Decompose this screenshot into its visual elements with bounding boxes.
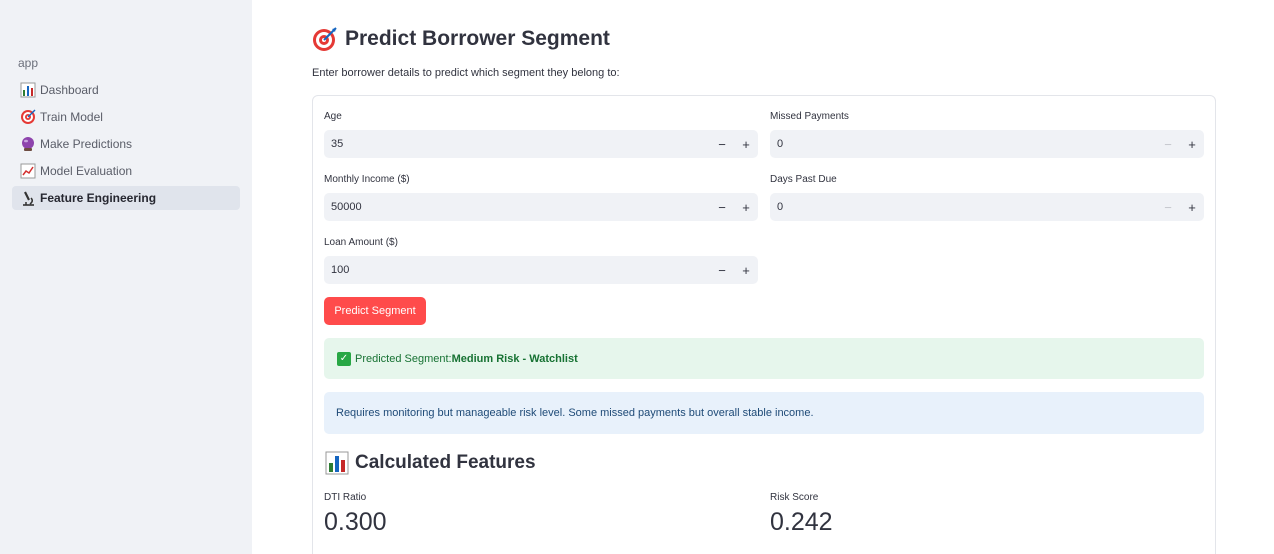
monthly-income-label: Monthly Income ($): [324, 174, 410, 185]
segment-description-alert: Requires monitoring but manageable risk …: [324, 392, 1204, 434]
risk-score-value: 0.242: [770, 508, 833, 536]
check-icon: ✓: [337, 351, 351, 366]
days-past-due-increment-button[interactable]: +: [1180, 193, 1204, 221]
page-intro: Enter borrower details to predict which …: [312, 67, 620, 79]
sidebar-item-label: Train Model: [40, 110, 103, 124]
sidebar-item-dashboard[interactable]: Dashboard: [12, 78, 240, 102]
target-icon: [312, 26, 338, 52]
loan-amount-value: 100: [331, 264, 350, 276]
days-past-due-input[interactable]: 0 − +: [770, 193, 1204, 221]
calculated-features-title: Calculated Features: [355, 452, 536, 473]
days-past-due-decrement-button[interactable]: −: [1156, 193, 1180, 221]
monthly-income-value: 50000: [331, 201, 362, 213]
monthly-income-increment-button[interactable]: +: [734, 193, 758, 221]
sidebar-app-label: app: [18, 56, 39, 70]
monthly-income-input[interactable]: 50000 − +: [324, 193, 758, 221]
main-content: Predict Borrower Segment Enter borrower …: [252, 0, 1274, 554]
sidebar-item-label: Dashboard: [40, 83, 99, 97]
days-past-due-value: 0: [777, 201, 784, 213]
age-value: 35: [331, 138, 344, 150]
monthly-income-decrement-button[interactable]: −: [710, 193, 734, 221]
predicted-segment: Medium Risk - Watchlist: [451, 352, 578, 365]
predict-segment-button[interactable]: Predict Segment: [324, 297, 426, 325]
missed-payments-increment-button[interactable]: +: [1180, 130, 1204, 158]
missed-payments-label: Missed Payments: [770, 111, 849, 122]
prediction-form: Age 35 − + Missed Payments 0 − + Monthly…: [312, 95, 1216, 554]
calculated-features-heading: Calculated Features: [325, 451, 536, 475]
sidebar-item-label: Model Evaluation: [40, 164, 133, 178]
loan-amount-input[interactable]: 100 − +: [324, 256, 758, 284]
risk-score-label: Risk Score: [770, 492, 819, 503]
age-increment-button[interactable]: +: [734, 130, 758, 158]
page-title: Predict Borrower Segment: [312, 26, 610, 52]
line-chart-icon: [20, 163, 36, 179]
sidebar-item-model-evaluation[interactable]: Model Evaluation: [12, 159, 240, 183]
missed-payments-input[interactable]: 0 − +: [770, 130, 1204, 158]
page-title-text: Predict Borrower Segment: [345, 27, 610, 50]
age-decrement-button[interactable]: −: [710, 130, 734, 158]
sidebar-item-train-model[interactable]: Train Model: [12, 105, 240, 129]
microscope-icon: [20, 190, 36, 206]
days-past-due-label: Days Past Due: [770, 174, 837, 185]
dti-ratio-value: 0.300: [324, 508, 387, 536]
sidebar: app Dashboard Train Model Make Predictio…: [0, 0, 252, 554]
sidebar-nav: Dashboard Train Model Make Predictions M…: [12, 78, 240, 213]
age-label: Age: [324, 111, 342, 122]
sidebar-item-label: Make Predictions: [40, 137, 133, 151]
missed-payments-value: 0: [777, 138, 784, 150]
loan-amount-increment-button[interactable]: +: [734, 256, 758, 284]
loan-amount-decrement-button[interactable]: −: [710, 256, 734, 284]
segment-description: Requires monitoring but manageable risk …: [336, 407, 814, 419]
target-icon: [20, 109, 36, 125]
prediction-success-alert: ✓ Predicted Segment: Medium Risk - Watch…: [324, 338, 1204, 379]
loan-amount-label: Loan Amount ($): [324, 237, 398, 248]
sidebar-item-label: Feature Engineering: [40, 191, 157, 205]
bar-chart-icon: [325, 451, 349, 475]
crystal-ball-icon: [20, 136, 36, 152]
bar-chart-icon: [20, 82, 36, 98]
dti-ratio-label: DTI Ratio: [324, 492, 367, 503]
missed-payments-decrement-button[interactable]: −: [1156, 130, 1180, 158]
sidebar-item-feature-engineering[interactable]: Feature Engineering: [12, 186, 240, 210]
sidebar-item-make-predictions[interactable]: Make Predictions: [12, 132, 240, 156]
prediction-prefix: Predicted Segment:: [355, 352, 452, 365]
age-input[interactable]: 35 − +: [324, 130, 758, 158]
